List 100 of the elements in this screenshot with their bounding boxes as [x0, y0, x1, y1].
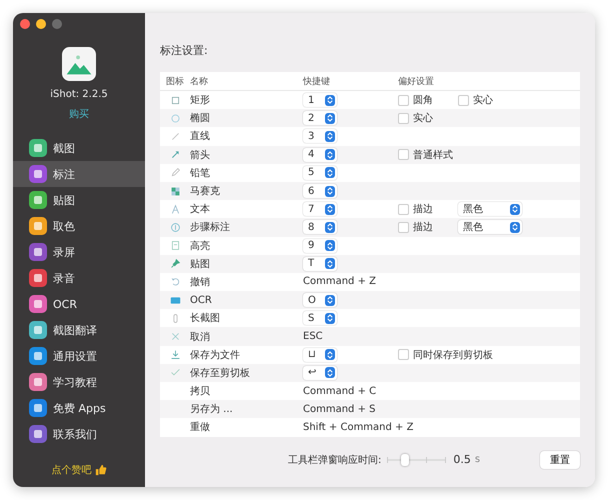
shortcut-text: Command + Z: [303, 276, 376, 288]
shortcut-select[interactable]: 2: [303, 111, 337, 126]
shortcut-text: Command + S: [303, 404, 376, 415]
download-icon: [170, 349, 180, 360]
delay-slider[interactable]: [387, 454, 446, 466]
sidebar-item[interactable]: 贴图: [13, 187, 145, 213]
thumbs-up-icon: [94, 464, 106, 476]
shortcut-select[interactable]: 7: [303, 202, 337, 216]
column-header: 名称: [190, 76, 209, 88]
sidebar-item[interactable]: 免费 Apps: [13, 395, 145, 421]
delay-unit: s: [474, 454, 480, 466]
stepper-icon: [327, 368, 333, 377]
stepper-icon: [327, 187, 333, 196]
buy-link[interactable]: 购买: [69, 107, 89, 121]
delay-label: 工具栏弹窗响应时间:: [288, 454, 382, 467]
tool-name: 铅笔: [190, 166, 210, 180]
highlight-icon: [170, 240, 180, 252]
column-header: 偏好设置: [398, 76, 435, 88]
stepper-icon: [512, 223, 518, 232]
stepper-icon: [327, 96, 333, 104]
shortcut-select[interactable]: 8: [303, 220, 337, 234]
like-text[interactable]: 点个赞吧: [52, 463, 92, 477]
pencil-icon: [170, 167, 180, 178]
option-checkbox[interactable]: 描边: [398, 220, 438, 234]
stepper-icon: [327, 114, 333, 122]
tool-name: 取消: [190, 330, 210, 344]
stepper-icon: [327, 296, 333, 304]
tool-name: 另存为 ...: [190, 402, 233, 416]
shortcut-select[interactable]: ⊔: [303, 348, 337, 362]
sidebar-item[interactable]: 学习教程: [13, 369, 145, 395]
step-number-icon: [170, 222, 180, 233]
shortcut-select[interactable]: 4: [303, 148, 337, 162]
tool-name: 保存为文件: [190, 348, 240, 362]
shortcut-text: Command + C: [303, 386, 376, 397]
arrow-icon: [170, 149, 180, 160]
option-checkbox[interactable]: 圆角: [398, 93, 438, 108]
shortcut-select[interactable]: 1: [303, 93, 337, 108]
shortcut-select[interactable]: ↩: [303, 366, 337, 380]
shortcut-select[interactable]: S: [303, 311, 337, 326]
tool-name: 撤销: [190, 276, 210, 289]
tool-name: 马赛克: [190, 184, 220, 198]
tool-name: 直线: [190, 130, 210, 144]
reset-button[interactable]: 重置: [540, 450, 580, 469]
tool-name: 椭圆: [190, 112, 210, 126]
option-checkbox[interactable]: 实心: [458, 93, 498, 108]
pin-icon: [170, 258, 180, 270]
sidebar-item[interactable]: OCR: [13, 291, 145, 317]
mosaic-icon: [170, 186, 180, 197]
sidebar-item[interactable]: 截图: [13, 135, 145, 161]
ellipse-icon: [170, 112, 180, 124]
tool-name: 高亮: [190, 240, 210, 253]
shortcut-select[interactable]: 9: [303, 238, 337, 253]
sidebar-item[interactable]: 取色: [13, 213, 145, 239]
stepper-icon: [327, 132, 333, 140]
column-header: 图标: [165, 76, 185, 88]
sidebar-item[interactable]: 通用设置: [13, 343, 145, 369]
tool-name: 箭头: [190, 148, 210, 162]
stepper-icon: [327, 168, 333, 177]
tool-name: OCR: [190, 294, 212, 306]
option-checkbox[interactable]: 普通样式: [398, 148, 453, 162]
stepper-icon: [327, 150, 333, 159]
minimize-button[interactable]: [36, 19, 46, 29]
tool-name: 矩形: [190, 94, 210, 108]
zoom-button[interactable]: [52, 19, 62, 29]
close-button[interactable]: [20, 19, 30, 29]
tool-name: 重做: [190, 420, 210, 434]
shortcut-select[interactable]: O: [303, 293, 337, 308]
text-icon: [170, 204, 180, 215]
stepper-icon: [327, 314, 333, 322]
section-title: 标注设置:: [160, 43, 209, 58]
stepper-icon: [512, 205, 518, 214]
sidebar-item[interactable]: 录音: [13, 265, 145, 291]
stepper-icon: [327, 205, 333, 214]
shortcut-select[interactable]: 3: [303, 129, 337, 144]
line-icon: [170, 130, 180, 142]
tool-name: 步骤标注: [190, 220, 230, 234]
option-checkbox[interactable]: 描边: [398, 202, 438, 216]
shortcut-text: Shift + Command + Z: [303, 422, 414, 433]
shortcut-select[interactable]: 6: [303, 184, 337, 198]
undo-icon: [170, 276, 180, 288]
stepper-icon: [327, 223, 333, 232]
option-checkbox[interactable]: 实心: [398, 111, 438, 126]
app-version: iShot: 2.2.5: [50, 89, 108, 100]
color-select[interactable]: 黑色: [458, 220, 522, 234]
sidebar-item[interactable]: 截图翻译: [13, 317, 145, 343]
shortcut-select[interactable]: T: [303, 256, 337, 271]
column-header: 快捷键: [303, 76, 331, 88]
tool-name: 文本: [190, 202, 210, 216]
color-select[interactable]: 黑色: [458, 202, 522, 216]
sidebar-item[interactable]: 录屏: [13, 239, 145, 265]
sidebar-item[interactable]: 标注: [13, 161, 145, 187]
shortcut-select[interactable]: 5: [303, 166, 337, 180]
tool-name: 长截图: [190, 312, 220, 326]
rectangle-icon: [170, 94, 180, 106]
tool-name: 贴图: [190, 258, 210, 271]
sidebar-item[interactable]: 联系我们: [13, 421, 145, 447]
stepper-icon: [327, 350, 333, 359]
tool-name: 保存至剪切板: [190, 366, 250, 380]
delay-value: 0.5: [453, 453, 471, 466]
option-checkbox[interactable]: 同时保存到剪切板: [398, 348, 493, 362]
